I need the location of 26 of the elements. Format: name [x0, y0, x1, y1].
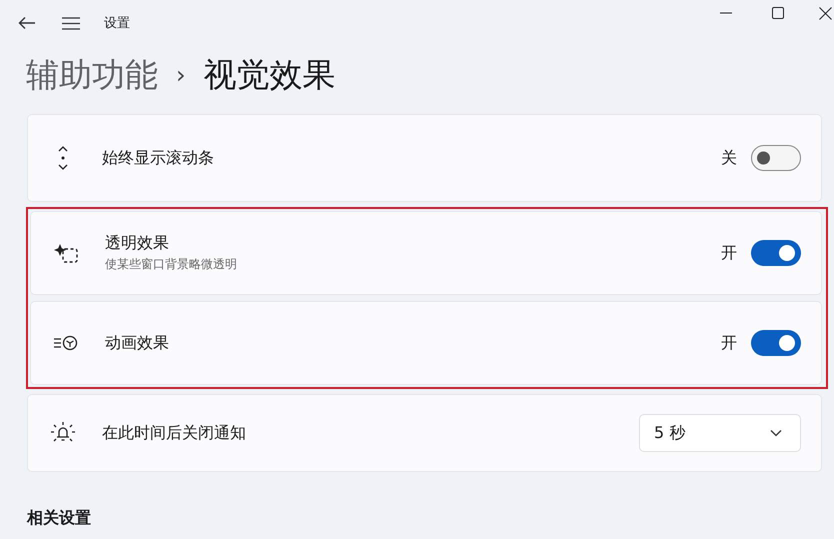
menu-icon [62, 16, 80, 30]
toggle-state-label: 关 [721, 148, 737, 168]
breadcrumb-parent[interactable]: 辅助功能 [26, 52, 158, 98]
setting-description: 使某些窗口背景略微透明 [105, 256, 238, 273]
back-arrow-icon [18, 16, 36, 30]
section-heading: 相关设置 [26, 507, 92, 529]
breadcrumb-separator: › [176, 61, 186, 89]
setting-label: 透明效果 [105, 233, 170, 254]
minimize-icon [720, 12, 732, 14]
setting-label: 在此时间后关闭通知 [102, 422, 247, 444]
setting-label: 动画效果 [105, 332, 170, 354]
toggle-state-label: 开 [721, 332, 737, 354]
close-icon [819, 6, 832, 20]
toggle-state-label: 开 [721, 242, 737, 264]
setting-label: 始终显示滚动条 [102, 148, 215, 168]
duration-dropdown[interactable]: 5 秒 [639, 414, 801, 452]
maximize-icon [772, 7, 784, 19]
sparkle-frame-icon [53, 242, 79, 264]
scroll-arrows-icon [57, 145, 69, 171]
toggle-switch[interactable] [751, 330, 801, 356]
window-title: 设置 [104, 15, 130, 32]
page-title: 视觉效果 [204, 54, 336, 96]
toggle-switch[interactable] [751, 240, 801, 266]
motion-cube-icon [53, 335, 79, 351]
chevron-down-icon [770, 429, 782, 437]
toggle-switch[interactable] [751, 145, 801, 171]
